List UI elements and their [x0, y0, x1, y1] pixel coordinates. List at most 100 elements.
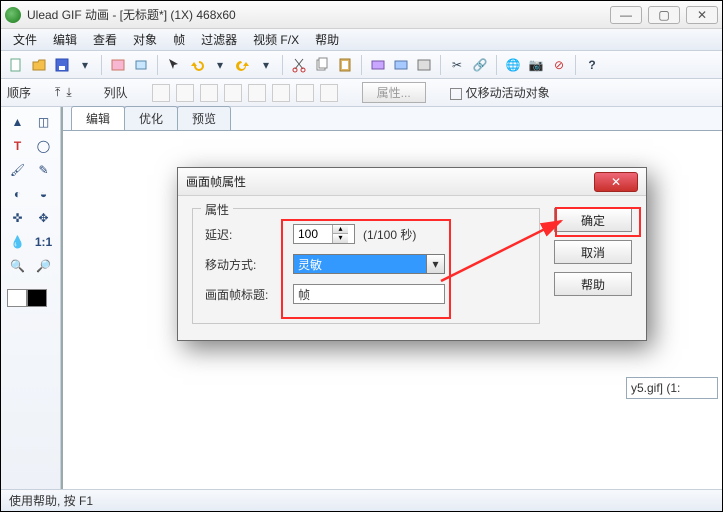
seq-up-icon[interactable]: ⤒	[55, 85, 60, 100]
title-bar: Ulead GIF 动画 - [无标题*] (1X) 468x60 — ▢ ✕	[1, 1, 722, 29]
background-swatch[interactable]	[27, 289, 47, 307]
move-only-label: 仅移动活动对象	[466, 86, 550, 100]
tab-edit[interactable]: 编辑	[71, 106, 125, 130]
minimize-button[interactable]: —	[610, 6, 642, 24]
new-icon[interactable]	[5, 54, 27, 76]
seq-down-icon[interactable]: ⤓	[66, 85, 71, 100]
pencil-tool-icon[interactable]: ✎	[32, 159, 56, 181]
help-icon[interactable]: ?	[581, 54, 603, 76]
crop-tool-icon[interactable]: ✜	[6, 207, 30, 229]
maximize-button[interactable]: ▢	[648, 6, 680, 24]
dialog-close-button[interactable]: ✕	[594, 172, 638, 192]
frame-title-input[interactable]: 帧	[293, 284, 445, 304]
text-tool-icon[interactable]: T	[6, 135, 30, 157]
workspace-tabs: 编辑 优化 预览	[63, 107, 722, 131]
stop-icon[interactable]: ⊘	[548, 54, 570, 76]
align-icon-7[interactable]	[296, 84, 314, 102]
globe-icon[interactable]: 🌐	[502, 54, 524, 76]
delay-label: 延迟:	[205, 226, 285, 243]
foreground-swatch[interactable]	[7, 289, 27, 307]
redo-icon[interactable]	[232, 54, 254, 76]
layers-icon[interactable]	[130, 54, 152, 76]
queue-label: 列队	[104, 84, 128, 101]
align-icon-8[interactable]	[320, 84, 338, 102]
move-method-value: 灵敏	[298, 256, 322, 273]
status-bar: 使用帮助, 按 F1	[1, 489, 722, 511]
file-thumbnail-label[interactable]: y5.gif] (1:	[626, 377, 718, 399]
zoom-in-icon[interactable]: 🔍	[6, 255, 30, 277]
menu-videofx[interactable]: 视频 F/X	[247, 29, 305, 50]
main-toolbar: ▾ ▾ ▾ ✂ 🔗 🌐 📷 ⊘ ?	[1, 51, 722, 79]
menu-filter[interactable]: 过滤器	[195, 29, 243, 50]
secondary-toolbar: 顺序 ⤒ ⤓ 列队 属性... 仅移动活动对象	[1, 79, 722, 107]
delay-unit: (1/100 秒)	[363, 226, 416, 243]
menu-file[interactable]: 文件	[7, 29, 43, 50]
delay-field[interactable]	[294, 227, 332, 241]
wizard-icon[interactable]	[107, 54, 129, 76]
status-text: 使用帮助, 按 F1	[9, 492, 93, 509]
frame-title-label: 画面帧标题:	[205, 286, 285, 303]
open-icon[interactable]	[28, 54, 50, 76]
fill-tool-icon[interactable]: ◒	[32, 183, 56, 205]
pointer-icon[interactable]	[163, 54, 185, 76]
window-title: Ulead GIF 动画 - [无标题*] (1X) 468x60	[27, 6, 610, 23]
cancel-button[interactable]: 取消	[554, 240, 632, 264]
align-icon-5[interactable]	[248, 84, 266, 102]
shape-tool-icon[interactable]: ◯	[32, 135, 56, 157]
close-button[interactable]: ✕	[686, 6, 718, 24]
undo-icon[interactable]	[186, 54, 208, 76]
properties-group-label: 属性	[201, 201, 233, 218]
move-tool-icon[interactable]: ✥	[32, 207, 56, 229]
properties-group: 属性 延迟: ▴▾ (1/100 秒) 移动方式: 灵敏 ▾ 画面帧标题:	[192, 208, 540, 324]
frame-icon[interactable]	[367, 54, 389, 76]
spin-down-icon[interactable]: ▾	[333, 234, 348, 243]
dialog-titlebar[interactable]: 画面帧属性 ✕	[178, 168, 646, 196]
frame-properties-dialog: 画面帧属性 ✕ 属性 延迟: ▴▾ (1/100 秒) 移动方式: 灵敏 ▾	[177, 167, 647, 341]
dialog-title: 画面帧属性	[186, 173, 594, 190]
eyedropper-tool-icon[interactable]: 💧	[6, 231, 30, 253]
align-icon-4[interactable]	[224, 84, 242, 102]
save-icon[interactable]	[51, 54, 73, 76]
properties-button[interactable]: 属性...	[362, 82, 426, 103]
ok-button[interactable]: 确定	[554, 208, 632, 232]
eraser-tool-icon[interactable]: ◐	[6, 183, 30, 205]
align-icon-3[interactable]	[200, 84, 218, 102]
delay-input[interactable]: ▴▾	[293, 224, 355, 244]
tab-preview[interactable]: 预览	[177, 106, 231, 130]
menu-view[interactable]: 查看	[87, 29, 123, 50]
brush-tool-icon[interactable]: 🖌	[6, 159, 30, 181]
paste-icon[interactable]	[334, 54, 356, 76]
menu-edit[interactable]: 编辑	[47, 29, 83, 50]
link-icon[interactable]: 🔗	[469, 54, 491, 76]
actual-size-icon[interactable]: 1:1	[32, 231, 56, 253]
tab-optimize[interactable]: 优化	[124, 106, 178, 130]
redo-dropdown-icon[interactable]: ▾	[255, 54, 277, 76]
move-method-label: 移动方式:	[205, 256, 285, 273]
frame-title-value: 帧	[298, 286, 310, 303]
zoom-out-icon[interactable]: 🔎	[32, 255, 56, 277]
copy-icon[interactable]	[311, 54, 333, 76]
sequence-label: 顺序	[7, 84, 31, 101]
align-icon-6[interactable]	[272, 84, 290, 102]
move-method-combo[interactable]: 灵敏 ▾	[293, 254, 445, 274]
chevron-down-icon[interactable]: ▾	[426, 255, 444, 273]
menu-bar: 文件 编辑 查看 对象 帧 过滤器 视频 F/X 帮助	[1, 29, 722, 51]
camera-icon[interactable]: 📷	[525, 54, 547, 76]
select-tool-icon[interactable]: ▲	[6, 111, 30, 133]
help-button[interactable]: 帮助	[554, 272, 632, 296]
save-dropdown-icon[interactable]: ▾	[74, 54, 96, 76]
move-only-checkbox[interactable]: 仅移动活动对象	[450, 84, 550, 101]
align-icon-1[interactable]	[152, 84, 170, 102]
app-icon	[5, 7, 21, 23]
cut-icon[interactable]	[288, 54, 310, 76]
scissors-icon[interactable]: ✂	[446, 54, 468, 76]
menu-frame[interactable]: 帧	[167, 29, 191, 50]
menu-object[interactable]: 对象	[127, 29, 163, 50]
marquee-tool-icon[interactable]: ◫	[32, 111, 56, 133]
menu-help[interactable]: 帮助	[309, 29, 345, 50]
undo-dropdown-icon[interactable]: ▾	[209, 54, 231, 76]
toolbox: ▲◫ T◯ 🖌✎ ◐◒ ✜✥ 💧1:1 🔍🔎	[1, 107, 61, 489]
film-icon[interactable]	[413, 54, 435, 76]
align-icon-2[interactable]	[176, 84, 194, 102]
frame2-icon[interactable]	[390, 54, 412, 76]
